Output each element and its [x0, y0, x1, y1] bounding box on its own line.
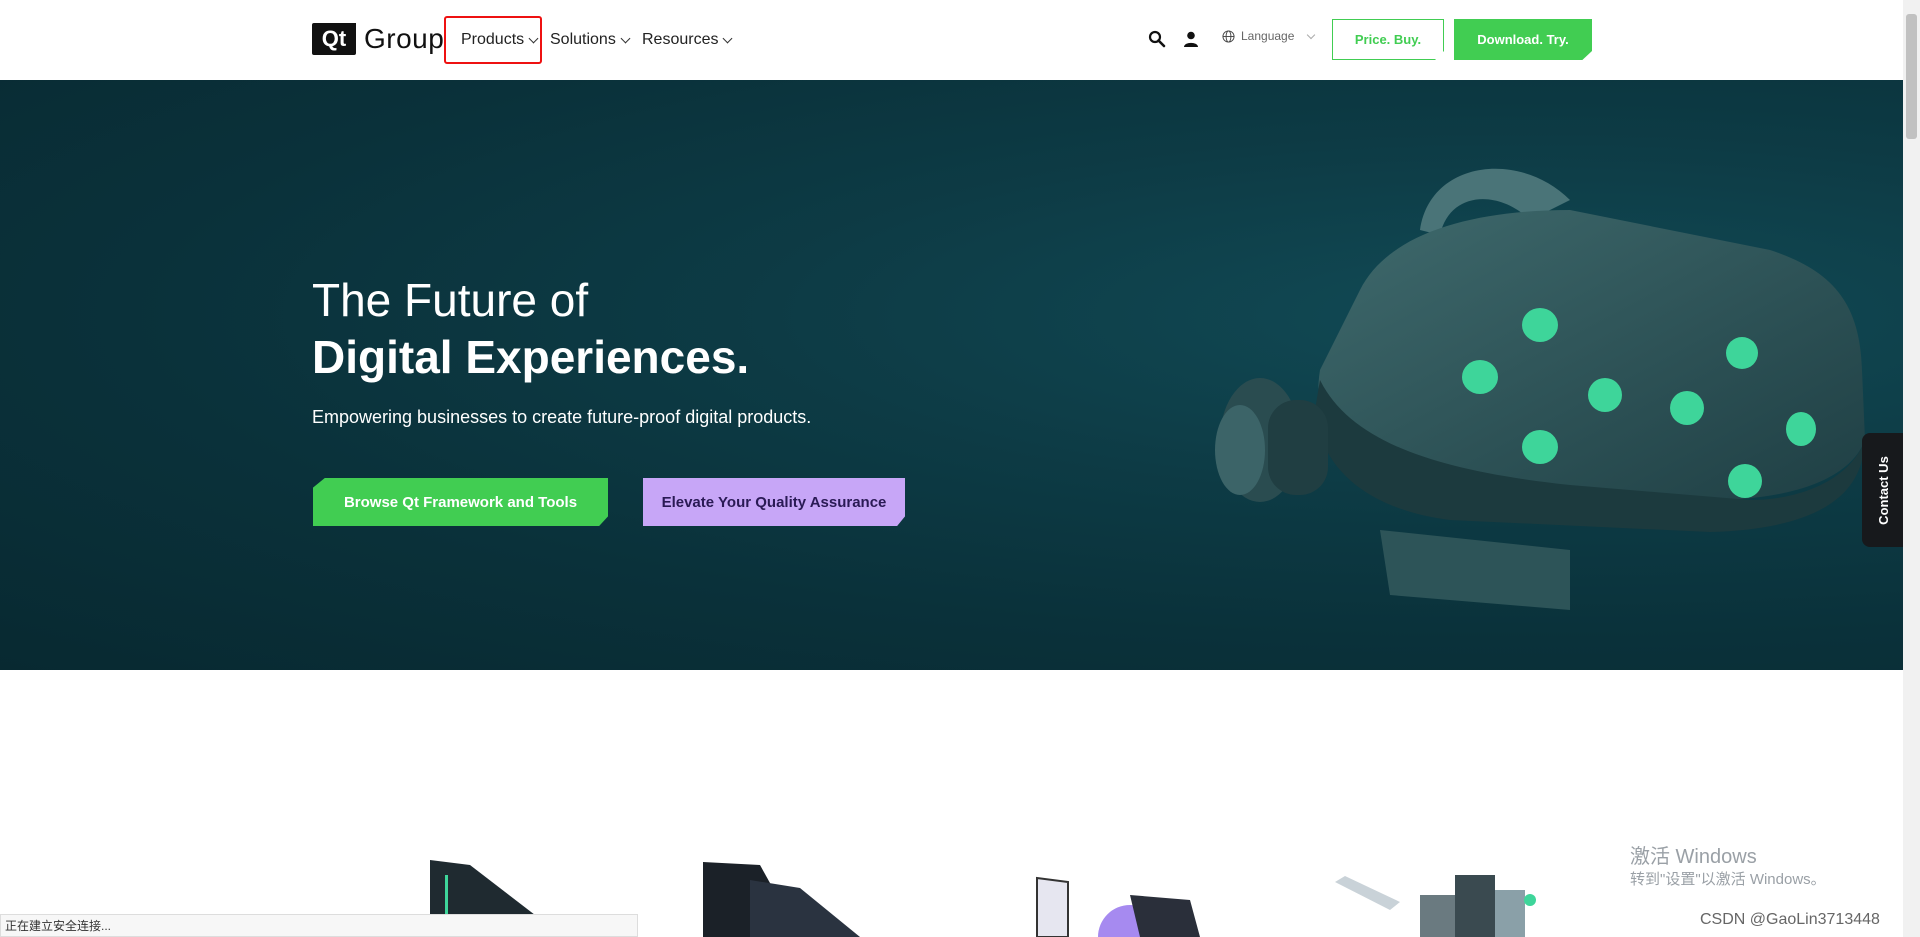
nav-solutions-label: Solutions — [550, 31, 616, 48]
qt-logo-mark: Qt — [312, 23, 356, 55]
vr-headset-illustration — [1215, 168, 1865, 610]
logo-text: Group — [364, 23, 445, 54]
smart-city-illustration — [1335, 875, 1536, 937]
nav-resources[interactable]: Resources — [642, 27, 733, 53]
chevron-down-icon — [723, 33, 733, 43]
scrollbar-thumb[interactable] — [1906, 14, 1917, 139]
windows-activation-hint: 转到"设置"以激活 Windows。 — [1630, 871, 1826, 888]
chevron-down-icon — [620, 33, 631, 43]
ui-design-illustration — [1036, 876, 1200, 937]
elevate-quality-assurance-button[interactable]: Elevate Your Quality Assurance — [643, 478, 905, 526]
csdn-watermark: CSDN @GaoLin3713448 — [1700, 911, 1880, 928]
hero-title-line1: The Future of — [312, 274, 589, 326]
download-try-button[interactable]: Download. Try. — [1454, 19, 1592, 60]
search-icon[interactable] — [1146, 28, 1168, 50]
globe-icon — [1222, 29, 1235, 43]
hero-title-line2: Digital Experiences. — [312, 331, 750, 383]
contact-us-label: Contact Us — [1875, 455, 1891, 525]
nav-solutions[interactable]: Solutions — [550, 27, 631, 53]
page-scrollbar[interactable] — [1903, 0, 1920, 937]
chevron-down-icon — [1307, 30, 1316, 39]
language-selector[interactable]: Language — [1222, 29, 1316, 43]
browser-status-bar: 正在建立安全连接... — [0, 914, 638, 937]
windows-activation-title: 激活 Windows — [1630, 846, 1757, 868]
hero-subtitle: Empowering businesses to create future-p… — [312, 407, 812, 427]
products-highlight-box — [444, 16, 542, 64]
qt-group-logo[interactable]: Qt Group — [312, 22, 444, 56]
code-editor-illustration — [703, 862, 860, 937]
top-navigation: Qt Group Products Solutions Resources La… — [0, 0, 1903, 80]
hero-section: The Future of Digital Experiences. Empow… — [0, 80, 1903, 670]
contact-us-tab[interactable]: Contact Us — [1862, 433, 1904, 547]
nav-resources-label: Resources — [642, 31, 719, 48]
price-buy-button[interactable]: Price. Buy. — [1332, 19, 1444, 60]
user-icon[interactable] — [1180, 28, 1202, 50]
browse-qt-framework-button[interactable]: Browse Qt Framework and Tools — [313, 478, 608, 526]
language-label: Language — [1241, 29, 1295, 43]
